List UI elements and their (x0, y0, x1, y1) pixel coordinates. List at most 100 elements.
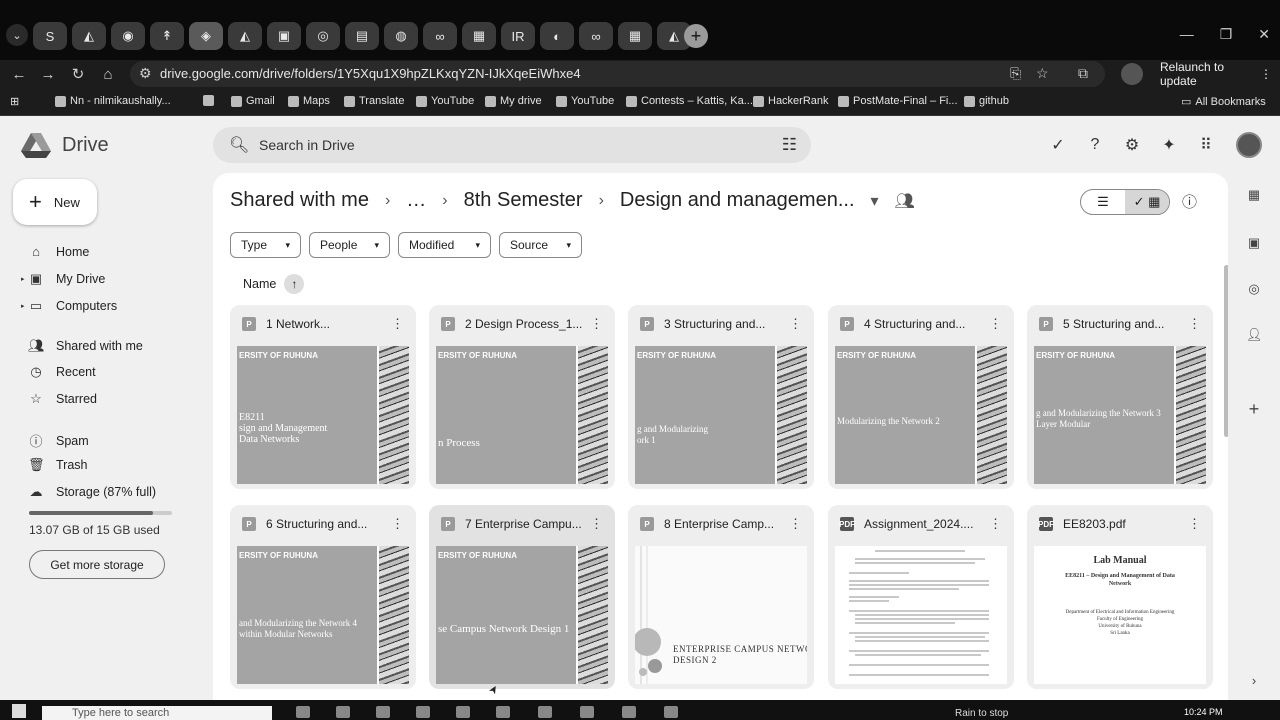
minimize-icon[interactable]: — (1180, 26, 1194, 43)
more-actions-icon[interactable]: ⋮ (789, 316, 802, 332)
forward-icon[interactable]: → (38, 64, 58, 84)
sidebar-item-storage[interactable]: ☁ Storage (87% full) (28, 484, 157, 500)
bookmark-item[interactable]: Translate (344, 95, 404, 107)
weather-status[interactable]: Rain to stop (955, 708, 1008, 719)
app-icon[interactable] (496, 706, 510, 718)
more-actions-icon[interactable]: ⋮ (590, 316, 603, 332)
get-more-storage-button[interactable]: Get more storage (29, 550, 165, 579)
browser-tab[interactable]: ◍ (384, 22, 418, 50)
browser-tab[interactable]: ∞ (579, 22, 613, 50)
app-icon[interactable] (456, 706, 470, 718)
info-icon[interactable]: ⓘ (1182, 191, 1197, 212)
expand-caret-icon[interactable]: ▸ (21, 302, 25, 310)
chrome-icon[interactable] (580, 706, 594, 718)
vscode-icon[interactable] (622, 706, 636, 718)
file-card[interactable]: PDF Assignment_2024.... ⋮ (828, 505, 1014, 689)
filter-source[interactable]: Source ▾ (499, 232, 582, 258)
windows-start-icon[interactable] (12, 704, 26, 718)
browser-tab[interactable]: ◎ (306, 22, 340, 50)
app-icon[interactable] (336, 706, 350, 718)
calendar-icon[interactable]: ▦ (1246, 187, 1262, 203)
file-card[interactable]: P 4 Structuring and... ⋮ ERSITY OF RUHUNA Mo… (828, 305, 1014, 489)
filter-people[interactable]: People ▾ (309, 232, 390, 258)
browser-tab[interactable]: ∞ (423, 22, 457, 50)
file-card[interactable]: P 8 Enterprise Camp... ⋮ ENTERPRISE CAMPUS … (628, 505, 814, 689)
sort-ascending-icon[interactable]: ↑ (284, 274, 305, 294)
sidebar-item-shared[interactable]: 👥︎ Shared with me (28, 338, 143, 354)
more-actions-icon[interactable]: ⋮ (391, 516, 404, 532)
file-card[interactable]: P 2 Design Process_1... ⋮ ERSITY OF RUHUNA n… (429, 305, 615, 489)
more-actions-icon[interactable]: ⋮ (590, 516, 603, 532)
gemini-sparkle-icon[interactable]: ✦ (1159, 135, 1179, 155)
sort-control[interactable]: Name ↑ (243, 274, 305, 294)
url-bar[interactable]: ⚙ drive.google.com/drive/folders/1Y5Xqu1… (130, 61, 1105, 87)
breadcrumb-ellipsis[interactable]: … (406, 189, 426, 212)
drive-search-box[interactable]: 🔍︎ Search in Drive ☷ (213, 127, 811, 163)
back-icon[interactable]: ← (9, 64, 29, 84)
app-icon[interactable] (664, 706, 678, 718)
sidebar-item-recent[interactable]: ◷ Recent (28, 364, 95, 380)
contacts-icon[interactable]: 👤︎ (1246, 327, 1263, 343)
browser-tab[interactable]: ◉ (111, 22, 145, 50)
browser-tab[interactable]: S (33, 22, 67, 50)
bookmark-item[interactable]: My drive (485, 95, 542, 107)
clock[interactable]: 10:24 PM (1184, 707, 1223, 717)
bookmark-item[interactable]: Gmail (231, 95, 275, 107)
bookmark-item[interactable]: PostMate-Final – Fi... (838, 95, 958, 107)
browser-tab[interactable]: ▦ (462, 22, 496, 50)
extensions-icon[interactable]: ⧉ (1078, 65, 1088, 82)
dropdown-caret-icon[interactable]: ▾ (871, 191, 879, 211)
close-icon[interactable]: ✕ (1258, 26, 1270, 43)
search-icon[interactable]: 🔍︎ (229, 135, 249, 155)
home-browser-icon[interactable]: ⌂ (98, 64, 118, 84)
settings-gear-icon[interactable]: ⚙ (1122, 135, 1142, 155)
bookmark-item[interactable]: Contests – Kattis, Ka... (626, 95, 753, 107)
browser-tab[interactable]: IR (501, 22, 535, 50)
sidebar-item-my[interactable]: ▣ My Drive (28, 271, 105, 287)
drive-logo[interactable]: Drive (20, 131, 109, 159)
browser-tab[interactable]: ◭ (228, 22, 262, 50)
breadcrumb-shared[interactable]: Shared with me (230, 189, 369, 212)
file-card[interactable]: P 7 Enterprise Campu... ⋮ ERSITY OF RUHUNA s… (429, 505, 615, 689)
sidebar-item-spam[interactable]: ⓘ Spam (28, 431, 88, 450)
calculator-icon[interactable] (538, 706, 552, 718)
file-card[interactable]: P 5 Structuring and... ⋮ ERSITY OF RUHUNA g … (1027, 305, 1213, 489)
add-addon-icon[interactable]: + (1246, 399, 1262, 419)
more-actions-icon[interactable]: ⋮ (1188, 316, 1201, 332)
browser-tab[interactable]: ◈ (189, 22, 223, 50)
bookmark-item[interactable] (203, 95, 214, 106)
more-actions-icon[interactable]: ⋮ (989, 516, 1002, 532)
browser-tab[interactable]: ▤ (345, 22, 379, 50)
restore-icon[interactable]: ❐ (1220, 26, 1233, 43)
sidebar-item-home[interactable]: ⌂ Home (28, 244, 89, 259)
bookmark-item[interactable]: HackerRank (753, 95, 829, 107)
browser-profile-avatar[interactable] (1121, 63, 1143, 85)
filter-modified[interactable]: Modified ▾ (398, 232, 491, 258)
list-view-icon[interactable]: ☰ (1081, 190, 1125, 214)
browser-tab[interactable]: ▣ (267, 22, 301, 50)
all-bookmarks[interactable]: ▭ All Bookmarks (1181, 95, 1266, 109)
bookmark-item[interactable]: github (964, 95, 1009, 107)
breadcrumb-current-folder[interactable]: Design and managemen... (620, 189, 855, 212)
bookmark-item[interactable]: YouTube (556, 95, 614, 107)
more-actions-icon[interactable]: ⋮ (989, 316, 1002, 332)
filter-type[interactable]: Type ▾ (230, 232, 301, 258)
expand-caret-icon[interactable]: ▸ (21, 275, 25, 283)
search-filter-icon[interactable]: ☷ (782, 135, 797, 155)
file-explorer-icon[interactable] (416, 706, 430, 718)
install-icon[interactable]: ⎘ (1010, 65, 1021, 82)
help-icon[interactable]: ? (1085, 135, 1105, 155)
breadcrumb-semester[interactable]: 8th Semester (464, 189, 583, 212)
offline-ready-icon[interactable]: ✓ (1048, 135, 1068, 155)
reload-icon[interactable]: ↻ (68, 64, 88, 84)
bookmark-item[interactable]: YouTube (416, 95, 474, 107)
new-button[interactable]: + New (13, 179, 97, 225)
browser-tab[interactable]: ▦ (618, 22, 652, 50)
new-tab-button[interactable]: + (684, 24, 708, 48)
shared-people-icon[interactable]: 👥︎ (895, 191, 915, 211)
search-input[interactable]: Search in Drive (259, 137, 355, 153)
sidebar-item-computers[interactable]: ▭ Computers (28, 298, 117, 314)
relaunch-button[interactable]: Relaunch to update ⋮ (1152, 60, 1280, 88)
tasks-icon[interactable]: ◎ (1246, 281, 1262, 297)
tab-search-icon[interactable]: ⌄ (6, 24, 28, 46)
